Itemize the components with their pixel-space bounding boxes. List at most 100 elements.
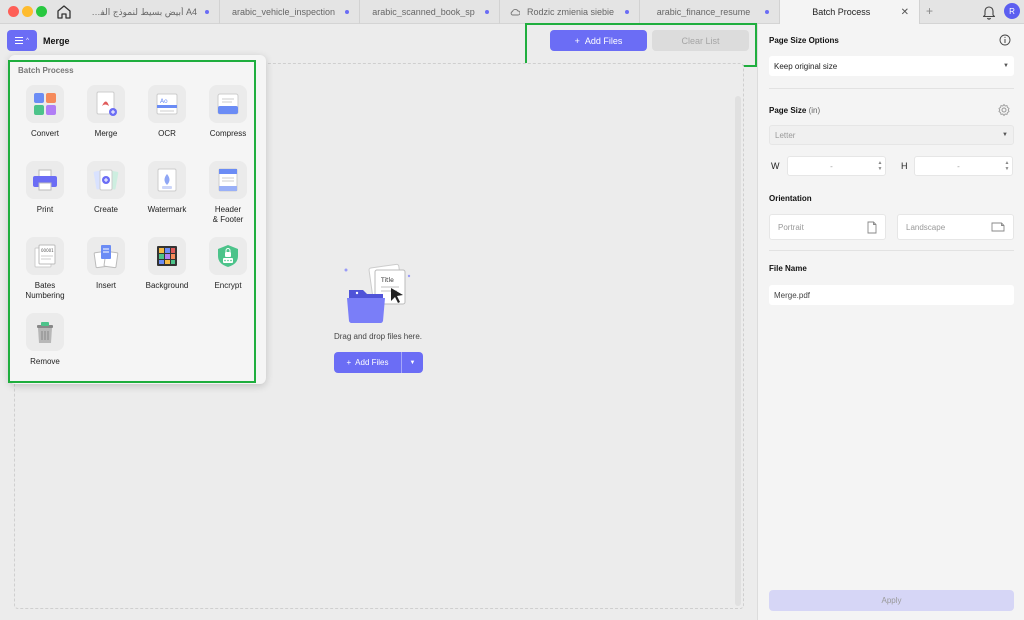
batch-menu-button[interactable]: ^ xyxy=(7,30,37,51)
title-bar: A4 أبيض بسيط لنموذج الفاتورة arabic_vehi… xyxy=(0,0,1024,24)
height-value: - xyxy=(957,161,960,171)
home-icon[interactable] xyxy=(55,3,73,21)
tab-batch-process[interactable]: Batch Process ✕ xyxy=(780,0,920,24)
page-size-value: Letter xyxy=(775,130,796,140)
tool-ocr[interactable]: Ao OCR xyxy=(137,85,197,139)
tab-document-4[interactable]: Rodzic zmienia siebie xyxy=(500,0,640,24)
add-files-center-button[interactable]: + Add Files xyxy=(334,352,401,373)
page-size-options-value: Keep original size xyxy=(774,61,838,71)
tool-label: Encrypt xyxy=(214,281,242,290)
tab-document-1[interactable]: A4 أبيض بسيط لنموذج الفاتورة xyxy=(80,0,220,24)
tool-label: OCR xyxy=(158,129,176,138)
clear-list-label: Clear List xyxy=(681,35,720,46)
tool-label: Watermark xyxy=(147,205,187,214)
unsaved-dot-icon xyxy=(625,10,629,14)
tool-background[interactable]: Background xyxy=(137,237,197,291)
tool-print[interactable]: Print xyxy=(15,161,75,215)
apply-button[interactable]: Apply xyxy=(769,590,1014,611)
plus-icon: + xyxy=(346,358,352,367)
unsaved-dot-icon xyxy=(345,10,349,14)
page-title: Merge xyxy=(43,36,70,46)
page-size-select[interactable]: Letter ▼ xyxy=(769,125,1014,145)
print-icon xyxy=(26,161,64,199)
landscape-option[interactable]: Landscape xyxy=(897,214,1014,240)
avatar[interactable]: R xyxy=(1004,3,1020,19)
add-files-button[interactable]: + Add Files xyxy=(550,30,647,51)
tool-label: Convert xyxy=(30,129,59,138)
close-window-button[interactable] xyxy=(8,6,19,17)
page-size-options-select[interactable]: Keep original size ▼ xyxy=(769,56,1014,76)
compress-icon xyxy=(209,85,247,123)
insert-icon xyxy=(87,237,125,275)
tab-document-3[interactable]: arabic_scanned_book_sp xyxy=(360,0,500,24)
tool-remove[interactable]: Remove xyxy=(15,313,75,367)
header-footer-icon xyxy=(209,161,247,199)
tool-label: Create xyxy=(93,205,118,214)
convert-icon xyxy=(26,85,64,123)
create-icon xyxy=(87,161,125,199)
tab-label: A4 أبيض بسيط لنموذج الفاتورة xyxy=(90,6,197,17)
tool-convert[interactable]: Convert xyxy=(15,85,75,139)
unsaved-dot-icon xyxy=(205,10,209,14)
stepper-arrows-icon[interactable]: ▲ ▼ xyxy=(1002,160,1012,172)
tab-document-5[interactable]: arabic_finance_resume xyxy=(640,0,780,24)
tool-watermark[interactable]: Watermark xyxy=(137,161,197,215)
tool-label: Compress xyxy=(209,129,247,138)
tool-encrypt[interactable]: Encrypt xyxy=(198,237,258,291)
add-files-split-button[interactable]: + Add Files ▼ xyxy=(334,352,423,373)
tab-label: arabic_vehicle_inspection xyxy=(231,7,336,17)
page-size-options-heading: Page Size Options xyxy=(769,36,839,45)
bell-icon[interactable] xyxy=(982,4,996,20)
batch-process-popover: Batch Process Convert Merge Ao OCR Compr… xyxy=(9,55,266,384)
add-files-label: Add Files xyxy=(584,35,623,46)
vertical-scrollbar[interactable] xyxy=(735,96,741,606)
chevron-down-icon: ▼ xyxy=(1003,63,1009,69)
tool-insert[interactable]: Insert xyxy=(76,237,136,291)
zoom-window-button[interactable] xyxy=(36,6,47,17)
svg-text:00001: 00001 xyxy=(41,248,54,253)
info-icon[interactable] xyxy=(999,34,1011,46)
file-name-input[interactable]: Merge.pdf xyxy=(769,285,1014,305)
width-value: - xyxy=(830,161,833,171)
list-icon xyxy=(15,37,24,44)
page-size-heading: Page Size (in) xyxy=(769,106,820,115)
new-tab-icon[interactable]: + xyxy=(926,4,933,18)
portrait-option[interactable]: Portrait xyxy=(769,214,886,240)
tool-label: Background xyxy=(145,281,189,290)
svg-text:Title: Title xyxy=(380,277,394,284)
file-name-heading: File Name xyxy=(769,264,807,273)
stepper-arrows-icon[interactable]: ▲ ▼ xyxy=(875,160,885,172)
tool-label: Header & Footer xyxy=(212,205,244,224)
gear-icon[interactable] xyxy=(997,103,1011,117)
svg-text:Ao: Ao xyxy=(160,98,168,105)
height-stepper[interactable]: - ▲ ▼ xyxy=(914,156,1013,176)
tool-merge[interactable]: Merge xyxy=(76,85,136,139)
tab-label: Batch Process xyxy=(812,7,871,17)
width-stepper[interactable]: - ▲ ▼ xyxy=(787,156,886,176)
tool-compress[interactable]: Compress xyxy=(198,85,258,139)
page-size-label: Page Size xyxy=(769,106,807,115)
tool-label: Remove xyxy=(30,357,60,366)
tab-label: arabic_finance_resume xyxy=(656,7,751,17)
tool-label: Bates Numbering xyxy=(25,281,65,300)
page-size-unit: (in) xyxy=(808,106,821,115)
plus-icon: + xyxy=(574,35,580,46)
close-tab-icon[interactable]: ✕ xyxy=(901,7,909,18)
folder-files-illustration-icon: Title xyxy=(344,263,411,324)
divider xyxy=(769,88,1014,89)
minimize-window-button[interactable] xyxy=(22,6,33,17)
add-files-dropdown-icon[interactable]: ▼ xyxy=(401,352,423,373)
portrait-label: Portrait xyxy=(778,222,804,232)
background-icon xyxy=(148,237,186,275)
portrait-page-icon xyxy=(867,221,877,233)
chevron-up-icon: ^ xyxy=(26,37,29,44)
tool-create[interactable]: Create xyxy=(76,161,136,215)
file-name-value: Merge.pdf xyxy=(774,290,811,300)
landscape-label: Landscape xyxy=(906,222,946,232)
clear-list-button[interactable]: Clear List xyxy=(652,30,749,51)
popover-title: Batch Process xyxy=(18,66,74,75)
tab-document-2[interactable]: arabic_vehicle_inspection xyxy=(220,0,360,24)
tool-label: Merge xyxy=(94,129,118,138)
tool-bates-numbering[interactable]: 00001 Bates Numbering xyxy=(15,237,75,301)
tool-header-footer[interactable]: Header & Footer xyxy=(198,161,258,225)
